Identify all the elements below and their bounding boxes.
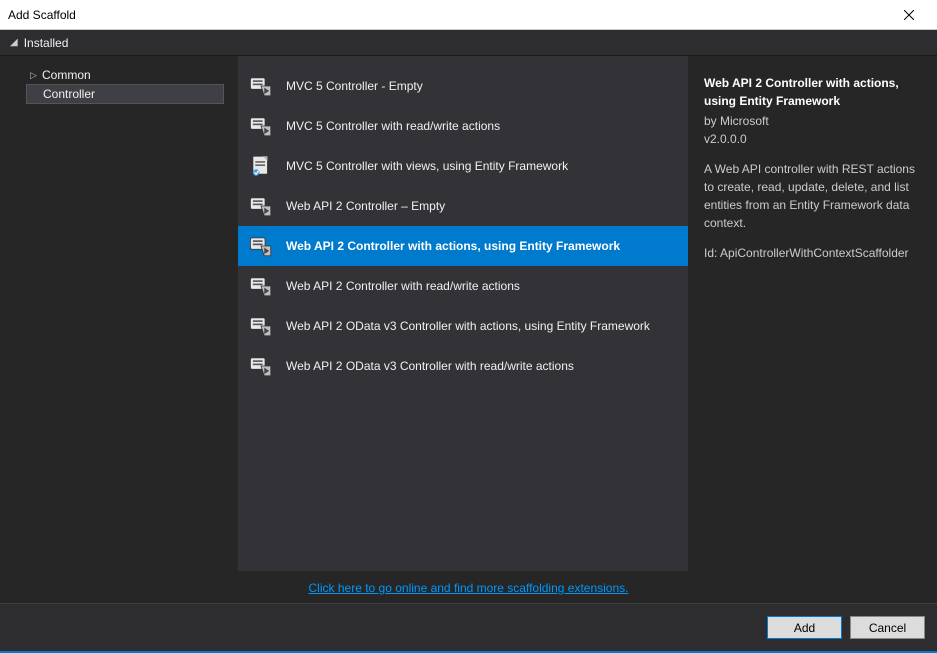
scaffold-item-label: MVC 5 Controller with read/write actions xyxy=(286,119,500,133)
controller-icon xyxy=(248,313,274,339)
details-description: A Web API controller with REST actions t… xyxy=(704,160,921,232)
scaffold-item-label: Web API 2 Controller with actions, using… xyxy=(286,239,620,253)
details-id: Id: ApiControllerWithContextScaffolder xyxy=(704,244,921,262)
scaffold-item-label: Web API 2 OData v3 Controller with read/… xyxy=(286,359,574,373)
controller-icon xyxy=(248,193,274,219)
footer: Add Cancel xyxy=(0,603,937,651)
header-tab-installed[interactable]: Installed xyxy=(24,36,69,50)
details-author: by Microsoft xyxy=(704,112,921,130)
controller-icon xyxy=(248,273,274,299)
online-link-row: Click here to go online and find more sc… xyxy=(0,571,937,603)
details-version: v2.0.0.0 xyxy=(704,130,921,148)
scaffold-item[interactable]: MVC 5 Controller - Empty xyxy=(238,66,688,106)
controller-icon xyxy=(248,233,274,259)
scaffold-item-label: Web API 2 Controller with read/write act… xyxy=(286,279,520,293)
scaffold-item[interactable]: Web API 2 Controller with actions, using… xyxy=(238,226,688,266)
controller-icon xyxy=(248,73,274,99)
tree-item-label: Controller xyxy=(43,87,95,101)
controller-icon xyxy=(248,113,274,139)
titlebar: Add Scaffold xyxy=(0,0,937,30)
scaffold-item[interactable]: MVC 5 Controller with read/write actions xyxy=(238,106,688,146)
scaffold-item[interactable]: Web API 2 OData v3 Controller with actio… xyxy=(238,306,688,346)
tree-item-common[interactable]: ▷ Common xyxy=(26,66,224,84)
scaffold-item-label: MVC 5 Controller with views, using Entit… xyxy=(286,159,568,173)
scaffold-item[interactable]: Web API 2 Controller – Empty xyxy=(238,186,688,226)
details-panel: Web API 2 Controller with actions, using… xyxy=(688,56,937,571)
tree-item-label: Common xyxy=(42,68,91,82)
add-button[interactable]: Add xyxy=(767,616,842,639)
scaffold-item-label: Web API 2 OData v3 Controller with actio… xyxy=(286,319,650,333)
collapse-arrow-icon[interactable]: ◢ xyxy=(10,37,18,48)
scaffold-item[interactable]: Web API 2 Controller with read/write act… xyxy=(238,266,688,306)
online-extensions-link[interactable]: Click here to go online and find more sc… xyxy=(309,581,629,595)
category-tree: ▷ Common Controller xyxy=(0,56,238,571)
main-area: ▷ Common Controller MVC 5 Controller - E… xyxy=(0,56,937,571)
expander-icon: ▷ xyxy=(30,70,42,81)
tree-item-controller[interactable]: Controller xyxy=(26,84,224,104)
scaffold-item[interactable]: MVC 5 Controller with views, using Entit… xyxy=(238,146,688,186)
window-title: Add Scaffold xyxy=(8,8,76,22)
scaffold-list: MVC 5 Controller - Empty MVC 5 Controlle… xyxy=(238,56,688,571)
scaffold-item-label: Web API 2 Controller – Empty xyxy=(286,199,445,213)
scaffold-item[interactable]: Web API 2 OData v3 Controller with read/… xyxy=(238,346,688,386)
details-title: Web API 2 Controller with actions, using… xyxy=(704,74,921,110)
close-button[interactable] xyxy=(889,1,929,29)
controller-icon xyxy=(248,353,274,379)
close-icon xyxy=(904,10,914,20)
controller-views-icon xyxy=(248,153,274,179)
scaffold-item-label: MVC 5 Controller - Empty xyxy=(286,79,423,93)
cancel-button[interactable]: Cancel xyxy=(850,616,925,639)
header-strip: ◢ Installed xyxy=(0,30,937,56)
